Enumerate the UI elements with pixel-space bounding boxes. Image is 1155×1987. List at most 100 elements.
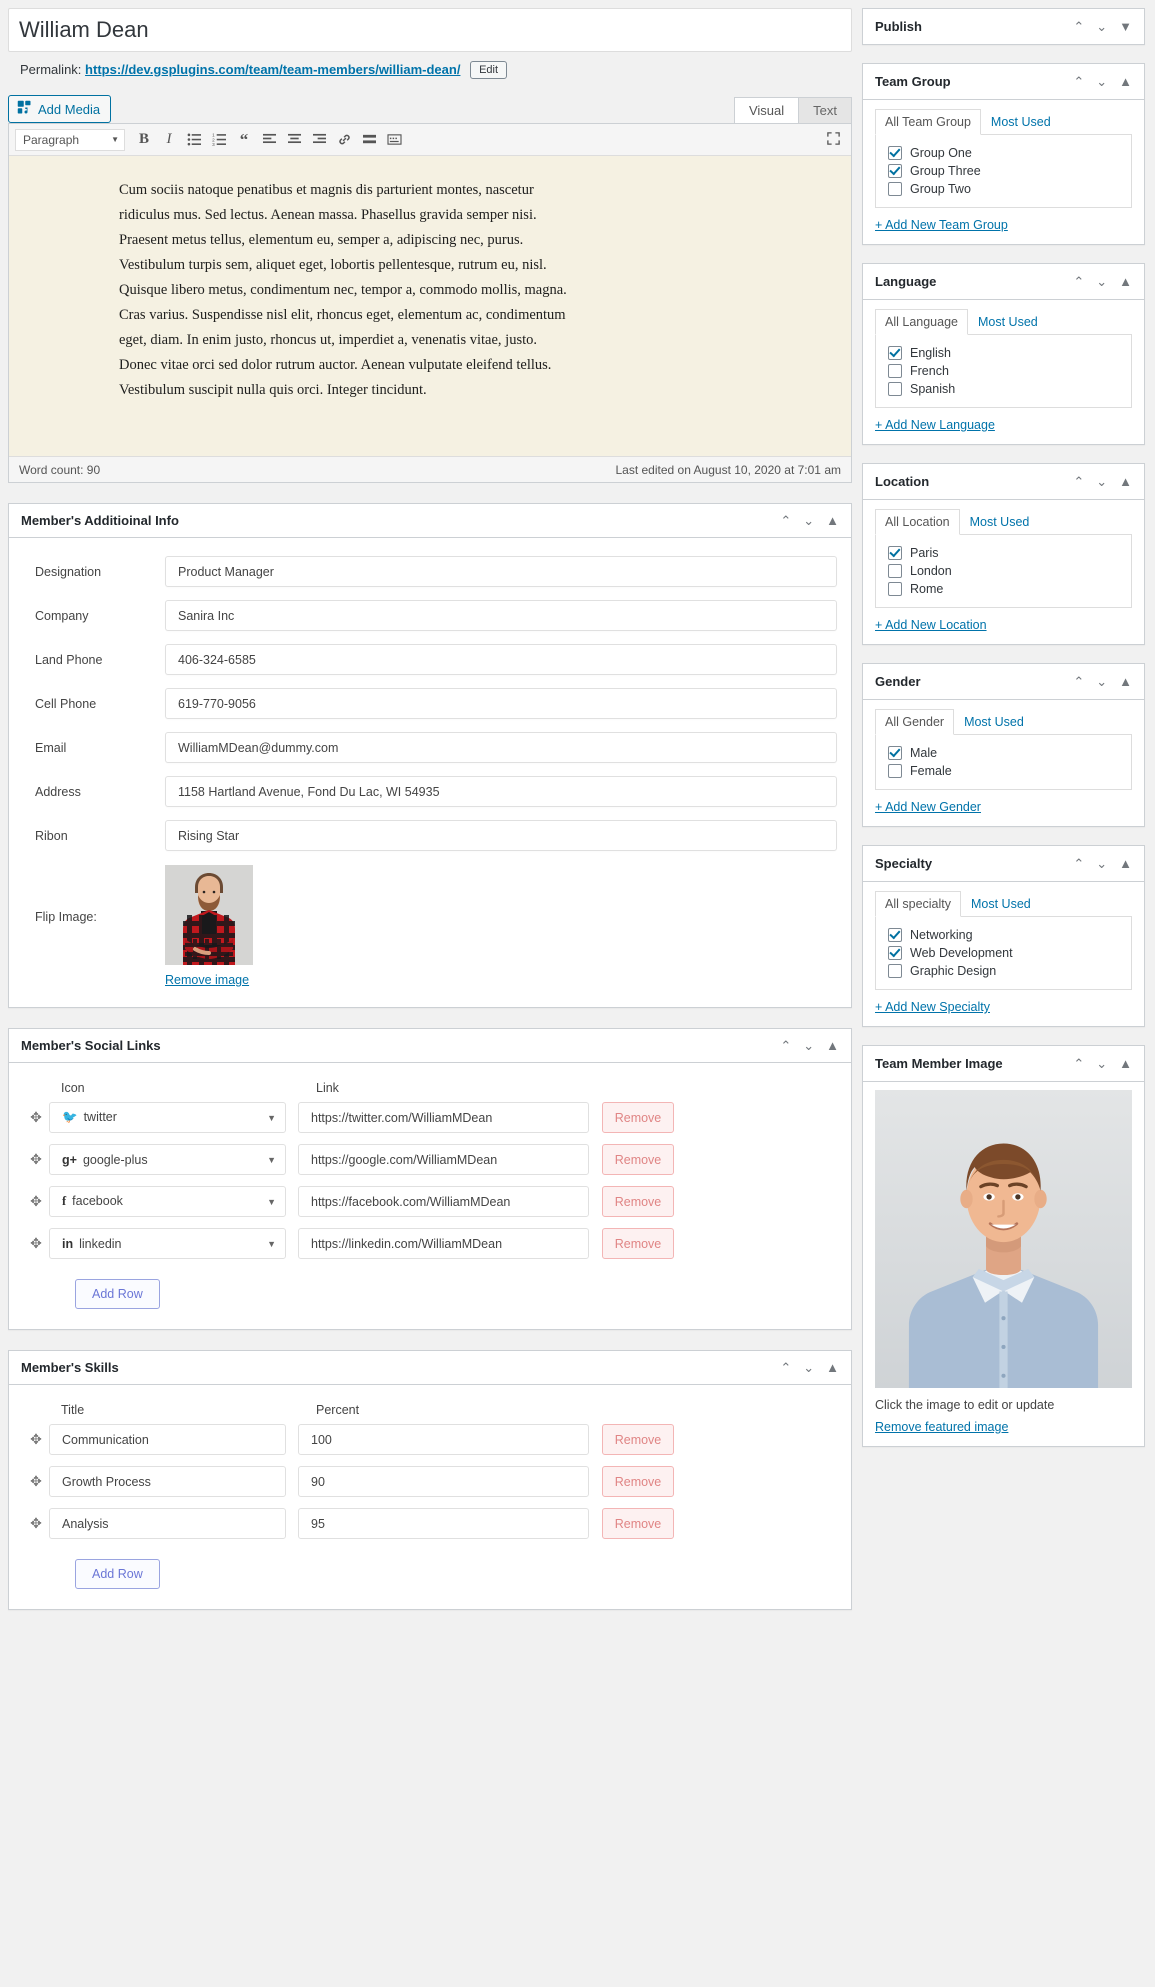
taxonomy-item[interactable]: Group Two bbox=[888, 180, 1121, 198]
toggle-panel-icon[interactable]: ▲ bbox=[1119, 675, 1132, 688]
taxonomy-item[interactable]: Networking bbox=[888, 926, 1121, 944]
move-up-icon[interactable]: ⌃ bbox=[1073, 20, 1084, 33]
paragraph-format-select[interactable]: Paragraph ▼ bbox=[15, 128, 125, 151]
remove-social-row-button[interactable]: Remove bbox=[602, 1144, 674, 1175]
taxonomy-item[interactable]: English bbox=[888, 344, 1121, 362]
remove-skill-row-button[interactable]: Remove bbox=[602, 1424, 674, 1455]
tab-text[interactable]: Text bbox=[798, 97, 852, 123]
tab-all[interactable]: All specialty bbox=[875, 891, 961, 917]
company-input[interactable] bbox=[165, 600, 837, 631]
permalink-url[interactable]: https://dev.gsplugins.com/team/team-memb… bbox=[85, 62, 460, 77]
taxonomy-item[interactable]: Paris bbox=[888, 544, 1121, 562]
social-link-input[interactable] bbox=[298, 1144, 589, 1175]
remove-featured-image-link[interactable]: Remove featured image bbox=[875, 1420, 1008, 1434]
checkbox-icon[interactable] bbox=[888, 146, 902, 160]
move-down-icon[interactable]: ⌄ bbox=[803, 1039, 814, 1052]
toggle-panel-icon[interactable]: ▲ bbox=[1119, 857, 1132, 870]
tab-all[interactable]: All Language bbox=[875, 309, 968, 335]
move-up-icon[interactable]: ⌃ bbox=[780, 1361, 791, 1374]
add-new-taxonomy-link[interactable]: + Add New Team Group bbox=[875, 218, 1008, 232]
move-down-icon[interactable]: ⌄ bbox=[803, 1361, 814, 1374]
checkbox-icon[interactable] bbox=[888, 564, 902, 578]
remove-social-row-button[interactable]: Remove bbox=[602, 1228, 674, 1259]
taxonomy-item[interactable]: Rome bbox=[888, 580, 1121, 598]
read-more-icon[interactable] bbox=[358, 129, 380, 151]
address-input[interactable] bbox=[165, 776, 837, 807]
checkbox-icon[interactable] bbox=[888, 382, 902, 396]
tab-most-used[interactable]: Most Used bbox=[981, 109, 1061, 135]
drag-handle-icon[interactable]: ✥ bbox=[23, 1473, 49, 1490]
move-down-icon[interactable]: ⌄ bbox=[1096, 275, 1107, 288]
edit-permalink-button[interactable]: Edit bbox=[470, 61, 508, 79]
email-input[interactable] bbox=[165, 732, 837, 763]
move-up-icon[interactable]: ⌃ bbox=[1073, 1057, 1084, 1070]
move-up-icon[interactable]: ⌃ bbox=[1073, 675, 1084, 688]
move-down-icon[interactable]: ⌄ bbox=[1096, 857, 1107, 870]
taxonomy-item[interactable]: London bbox=[888, 562, 1121, 580]
land-phone-input[interactable] bbox=[165, 644, 837, 675]
move-up-icon[interactable]: ⌃ bbox=[1073, 475, 1084, 488]
add-skill-row-button[interactable]: Add Row bbox=[75, 1559, 160, 1589]
blockquote-icon[interactable]: “ bbox=[233, 129, 255, 151]
checkbox-icon[interactable] bbox=[888, 546, 902, 560]
tab-all[interactable]: All Team Group bbox=[875, 109, 981, 135]
checkbox-icon[interactable] bbox=[888, 182, 902, 196]
move-down-icon[interactable]: ⌄ bbox=[803, 514, 814, 527]
taxonomy-item[interactable]: Group One bbox=[888, 144, 1121, 162]
skill-title-input[interactable] bbox=[49, 1424, 286, 1455]
move-up-icon[interactable]: ⌃ bbox=[780, 514, 791, 527]
move-up-icon[interactable]: ⌃ bbox=[1073, 857, 1084, 870]
taxonomy-item[interactable]: French bbox=[888, 362, 1121, 380]
bold-icon[interactable]: B bbox=[133, 129, 155, 151]
remove-skill-row-button[interactable]: Remove bbox=[602, 1508, 674, 1539]
drag-handle-icon[interactable]: ✥ bbox=[23, 1151, 49, 1168]
move-up-icon[interactable]: ⌃ bbox=[1073, 75, 1084, 88]
toggle-panel-icon[interactable]: ▼ bbox=[1119, 20, 1132, 33]
remove-social-row-button[interactable]: Remove bbox=[602, 1102, 674, 1133]
toggle-panel-icon[interactable]: ▲ bbox=[1119, 75, 1132, 88]
move-down-icon[interactable]: ⌄ bbox=[1096, 20, 1107, 33]
checkbox-icon[interactable] bbox=[888, 364, 902, 378]
social-icon-select[interactable]: in linkedin ▼ bbox=[49, 1228, 286, 1259]
taxonomy-item[interactable]: Female bbox=[888, 762, 1121, 780]
taxonomy-item[interactable]: Graphic Design bbox=[888, 962, 1121, 980]
align-right-icon[interactable] bbox=[308, 129, 330, 151]
add-new-taxonomy-link[interactable]: + Add New Gender bbox=[875, 800, 981, 814]
social-icon-select[interactable]: f facebook ▼ bbox=[49, 1186, 286, 1217]
add-media-button[interactable]: Add Media bbox=[8, 95, 112, 123]
social-link-input[interactable] bbox=[298, 1228, 589, 1259]
toggle-panel-icon[interactable]: ▲ bbox=[1119, 475, 1132, 488]
add-new-taxonomy-link[interactable]: + Add New Specialty bbox=[875, 1000, 990, 1014]
numbered-list-icon[interactable]: 1 2 3 bbox=[208, 129, 230, 151]
toggle-panel-icon[interactable]: ▲ bbox=[1119, 1057, 1132, 1070]
toggle-panel-icon[interactable]: ▲ bbox=[826, 1361, 839, 1374]
skill-percent-input[interactable] bbox=[298, 1424, 589, 1455]
taxonomy-item[interactable]: Male bbox=[888, 744, 1121, 762]
skill-percent-input[interactable] bbox=[298, 1508, 589, 1539]
toggle-panel-icon[interactable]: ▲ bbox=[826, 1039, 839, 1052]
checkbox-icon[interactable] bbox=[888, 164, 902, 178]
checkbox-icon[interactable] bbox=[888, 946, 902, 960]
tab-most-used[interactable]: Most Used bbox=[960, 509, 1040, 535]
drag-handle-icon[interactable]: ✥ bbox=[23, 1431, 49, 1448]
align-left-icon[interactable] bbox=[258, 129, 280, 151]
checkbox-icon[interactable] bbox=[888, 582, 902, 596]
checkbox-icon[interactable] bbox=[888, 928, 902, 942]
move-down-icon[interactable]: ⌄ bbox=[1096, 1057, 1107, 1070]
move-up-icon[interactable]: ⌃ bbox=[780, 1039, 791, 1052]
drag-handle-icon[interactable]: ✥ bbox=[23, 1515, 49, 1532]
taxonomy-item[interactable]: Web Development bbox=[888, 944, 1121, 962]
align-center-icon[interactable] bbox=[283, 129, 305, 151]
add-social-row-button[interactable]: Add Row bbox=[75, 1279, 160, 1309]
checkbox-icon[interactable] bbox=[888, 964, 902, 978]
designation-input[interactable] bbox=[165, 556, 837, 587]
flip-image-thumbnail[interactable] bbox=[165, 865, 253, 965]
remove-skill-row-button[interactable]: Remove bbox=[602, 1466, 674, 1497]
italic-icon[interactable]: I bbox=[158, 129, 180, 151]
toolbar-toggle-icon[interactable] bbox=[383, 129, 405, 151]
move-down-icon[interactable]: ⌄ bbox=[1096, 75, 1107, 88]
skill-title-input[interactable] bbox=[49, 1508, 286, 1539]
social-link-input[interactable] bbox=[298, 1186, 589, 1217]
add-new-taxonomy-link[interactable]: + Add New Location bbox=[875, 618, 987, 632]
drag-handle-icon[interactable]: ✥ bbox=[23, 1235, 49, 1252]
